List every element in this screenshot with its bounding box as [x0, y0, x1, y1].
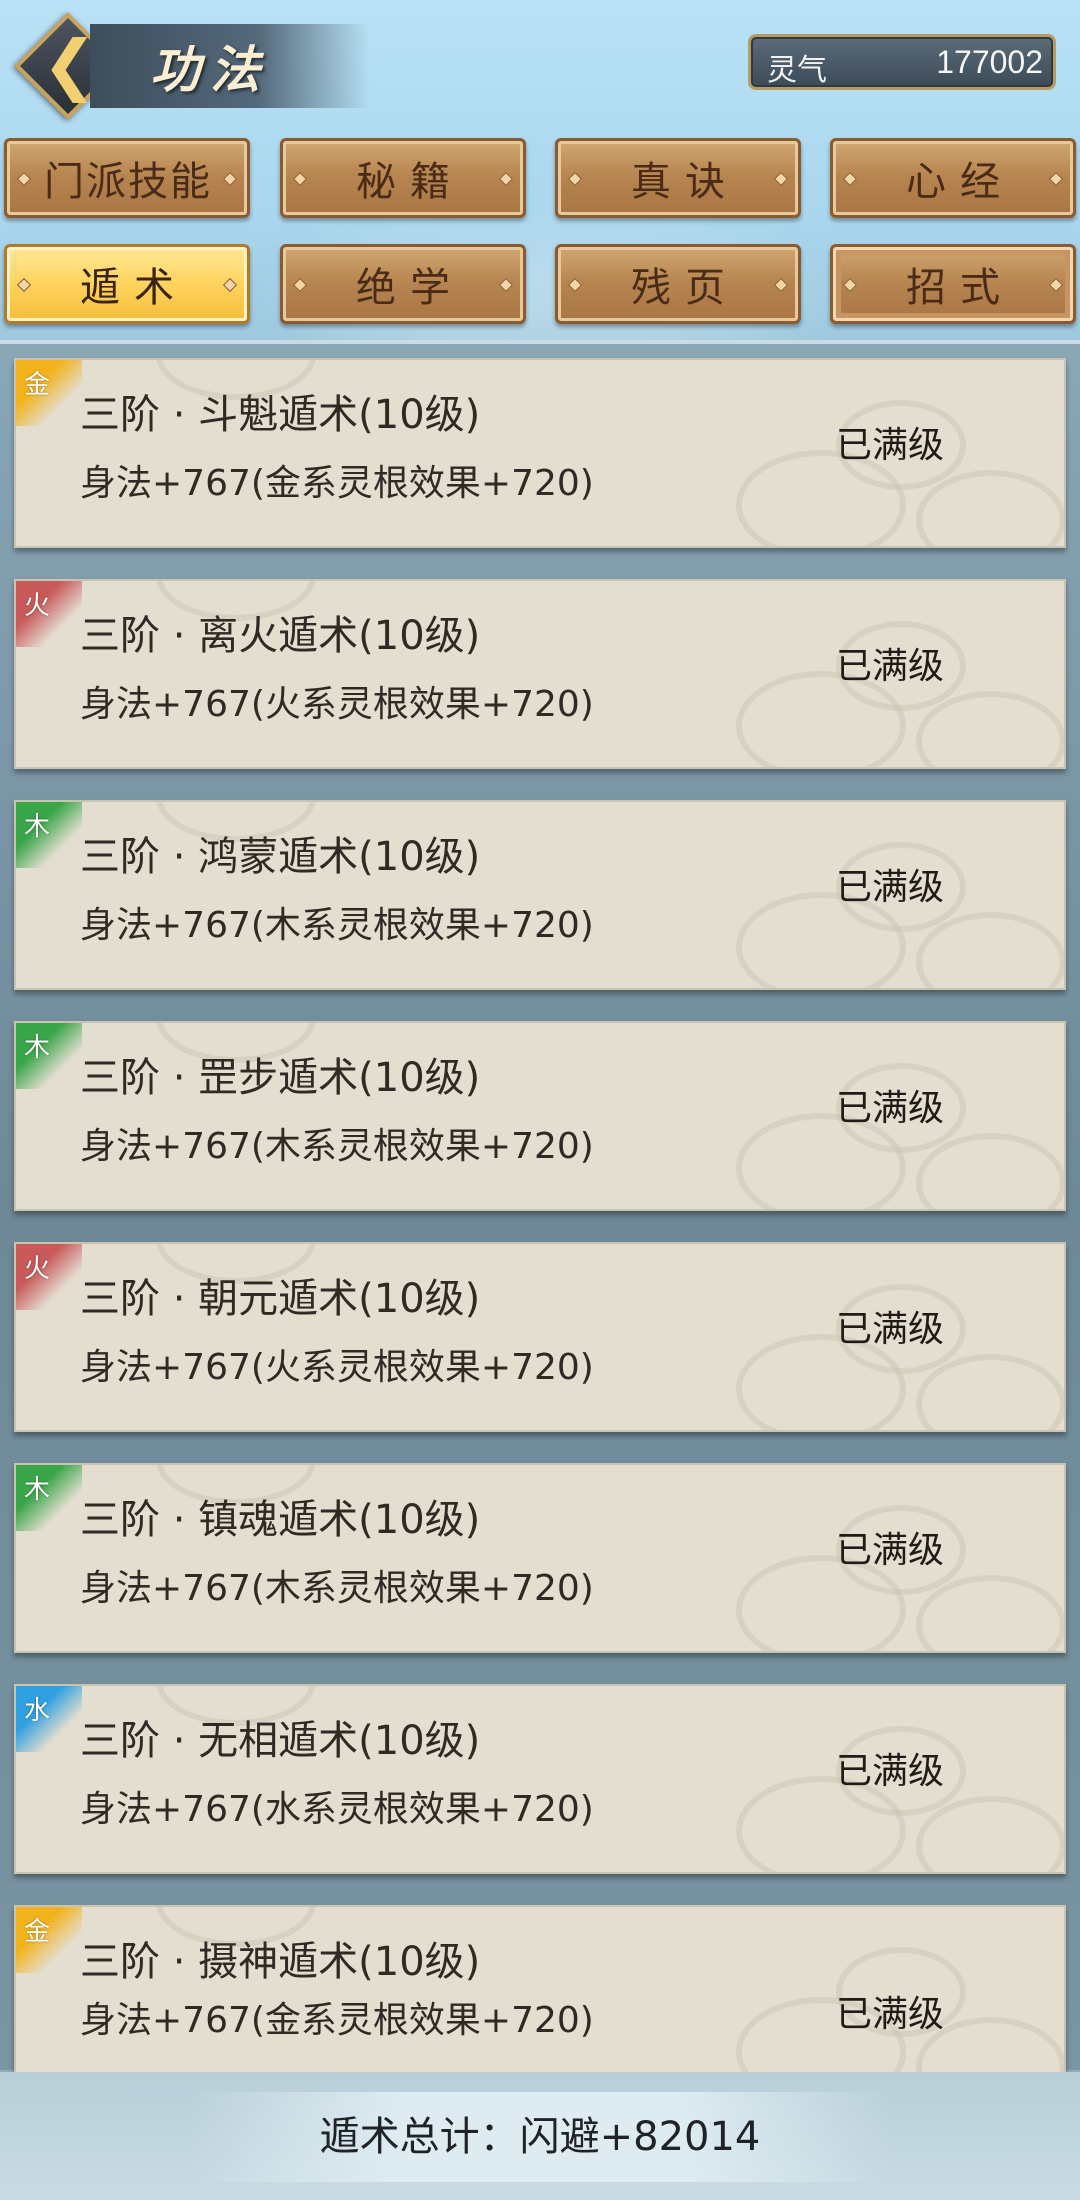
max-level-status: 已满级 [836, 1530, 945, 1571]
skill-effect: 身法+767(水系灵根效果+720) [80, 1789, 594, 1830]
skill-effect: 身法+767(金系灵根效果+720) [80, 463, 594, 504]
element-label: 金 [24, 370, 51, 400]
element-label: 木 [24, 812, 51, 842]
skill-effect: 身法+767(火系灵根效果+720) [80, 684, 594, 725]
skill-effect: 身法+767(木系灵根效果+720) [80, 1568, 594, 1609]
tab-ornament [16, 277, 32, 293]
skill-name: 三阶 · 鸿蒙遁术(10级) [80, 834, 481, 880]
skill-effect: 身法+767(木系灵根效果+720) [80, 905, 594, 946]
tab-ornament [1048, 171, 1064, 187]
tab-label: 门派技能 [44, 159, 212, 205]
element-label: 木 [24, 1033, 51, 1063]
tab-ornament [292, 277, 308, 293]
element-label: 水 [24, 1696, 51, 1726]
spirit-qi-counter: 灵气 177002 [748, 34, 1056, 90]
tab-ornament [1048, 277, 1064, 293]
tab-1[interactable]: 秘籍 [280, 138, 526, 218]
skill-name: 三阶 · 离火遁术(10级) [80, 613, 481, 659]
tab-ornament [292, 171, 308, 187]
tab-ornament [567, 171, 583, 187]
skill-name: 三阶 · 无相遁术(10级) [80, 1718, 481, 1764]
skill-name: 三阶 · 斗魁遁术(10级) [80, 392, 481, 438]
tab-ornament [842, 277, 858, 293]
max-level-status: 已满级 [836, 1309, 945, 1350]
tab-label: 绝学 [356, 265, 464, 311]
tab-label: 心经 [906, 159, 1014, 205]
skill-name: 三阶 · 罡步遁术(10级) [80, 1055, 481, 1101]
skill-card[interactable]: 火三阶 · 离火遁术(10级) 身法+767(火系灵根效果+720) 已满级 [14, 579, 1066, 769]
max-level-status: 已满级 [836, 1088, 945, 1129]
tab-ornament [222, 171, 238, 187]
tab-7[interactable]: 招式 [830, 244, 1076, 324]
tab-ornament [498, 171, 514, 187]
skill-effect: 身法+767(火系灵根效果+720) [80, 1347, 594, 1388]
element-label: 金 [24, 1917, 51, 1947]
max-level-status: 已满级 [836, 867, 945, 908]
skill-effect: 身法+767(金系灵根效果+720) [80, 2000, 594, 2041]
skill-card[interactable]: 金三阶 · 摄神遁术(10级) 身法+767(金系灵根效果+720) 已满级 [14, 1905, 1066, 2077]
skill-name: 三阶 · 朝元遁术(10级) [80, 1276, 481, 1322]
tab-ornament [222, 277, 238, 293]
skill-effect: 身法+767(木系灵根效果+720) [80, 1126, 594, 1167]
skill-card[interactable]: 火三阶 · 朝元遁术(10级) 身法+767(火系灵根效果+720) 已满级 [14, 1242, 1066, 1432]
tab-ornament [498, 277, 514, 293]
skill-card[interactable]: 木三阶 · 罡步遁术(10级) 身法+767(木系灵根效果+720) 已满级 [14, 1021, 1066, 1211]
max-level-status: 已满级 [836, 646, 945, 687]
skill-card[interactable]: 木三阶 · 镇魂遁术(10级) 身法+767(木系灵根效果+720) 已满级 [14, 1463, 1066, 1653]
tab-label: 残页 [631, 265, 739, 311]
element-label: 火 [24, 1254, 51, 1284]
skill-name: 三阶 · 镇魂遁术(10级) [80, 1497, 481, 1543]
skill-card[interactable]: 水三阶 · 无相遁术(10级) 身法+767(水系灵根效果+720) 已满级 [14, 1684, 1066, 1874]
footer: 遁术总计：闪避+82014 [0, 2072, 1080, 2200]
tab-label: 招式 [906, 265, 1014, 311]
header: ❮ 功法 灵气 177002 [0, 0, 1080, 130]
page-title: 功法 [150, 40, 270, 99]
tab-ornament [567, 277, 583, 293]
tab-ornament [773, 277, 789, 293]
max-level-status: 已满级 [836, 1751, 945, 1792]
tab-5[interactable]: 绝学 [280, 244, 526, 324]
tab-3[interactable]: 心经 [830, 138, 1076, 218]
skill-card[interactable]: 木三阶 · 鸿蒙遁术(10级) 身法+767(木系灵根效果+720) 已满级 [14, 800, 1066, 990]
tab-2[interactable]: 真诀 [555, 138, 801, 218]
tab-ornament [842, 171, 858, 187]
skill-name: 三阶 · 摄神遁术(10级) [80, 1939, 481, 1985]
tab-4[interactable]: 遁术 [4, 244, 250, 324]
tab-ornament [16, 171, 32, 187]
element-label: 木 [24, 1475, 51, 1505]
max-level-status: 已满级 [836, 1994, 945, 2035]
tab-0[interactable]: 门派技能 [4, 138, 250, 218]
spirit-qi-label: 灵气 [767, 53, 827, 88]
spirit-qi-value: 177002 [936, 44, 1043, 80]
tab-label: 遁术 [80, 265, 188, 311]
element-label: 火 [24, 591, 51, 621]
max-level-status: 已满级 [836, 425, 945, 466]
skill-list[interactable]: 金三阶 · 斗魁遁术(10级) 身法+767(金系灵根效果+720) 已满级火三阶 … [0, 340, 1080, 2077]
tab-6[interactable]: 残页 [555, 244, 801, 324]
tab-ornament [773, 171, 789, 187]
skill-card[interactable]: 金三阶 · 斗魁遁术(10级) 身法+767(金系灵根效果+720) 已满级 [14, 358, 1066, 548]
tab-label: 秘籍 [356, 159, 464, 205]
total-summary: 遁术总计：闪避+82014 [319, 2114, 761, 2160]
tab-label: 真诀 [631, 159, 739, 205]
